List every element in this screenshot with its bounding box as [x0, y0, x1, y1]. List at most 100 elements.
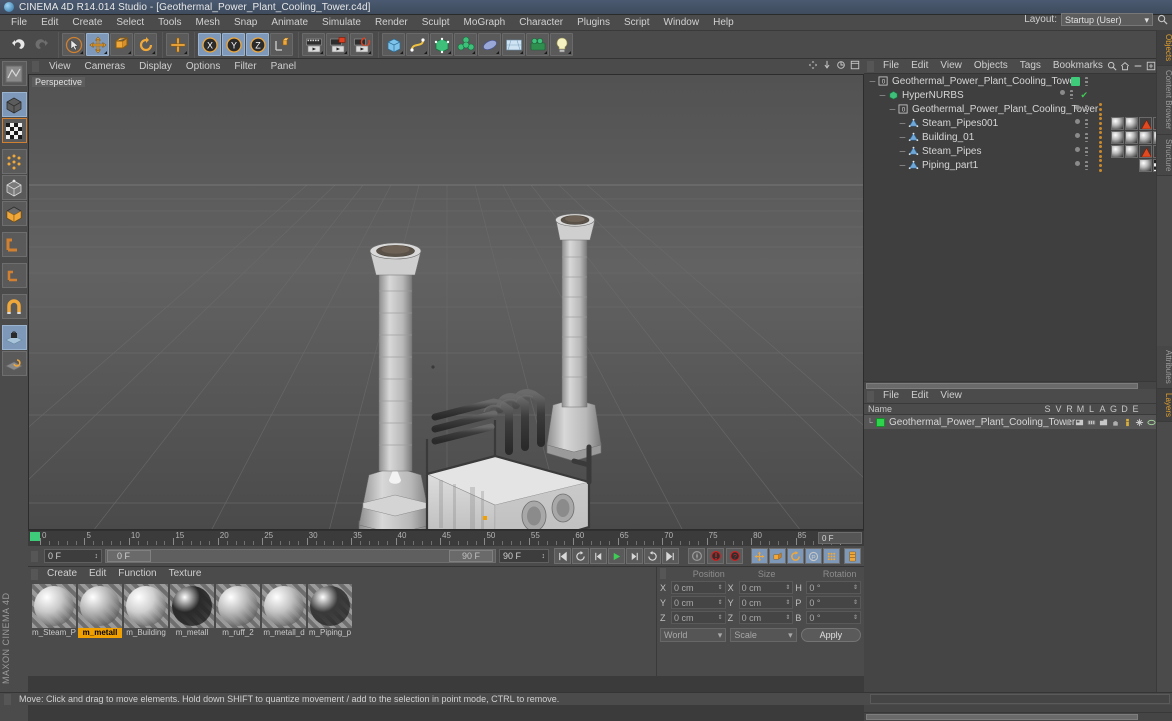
render-visibility-dot[interactable]: [1085, 118, 1088, 128]
spinner-icon[interactable]: ↕: [542, 550, 546, 563]
render-visibility-dot[interactable]: [1085, 104, 1088, 114]
tree-branch-icon[interactable]: ─: [898, 119, 907, 128]
animation-icon[interactable]: [1123, 418, 1132, 427]
spinner-icon[interactable]: ⇕: [785, 582, 790, 593]
search-icon[interactable]: [1157, 14, 1168, 25]
render-view-icon[interactable]: [302, 33, 325, 56]
texture-tag[interactable]: [1139, 130, 1152, 144]
material-menu-texture[interactable]: Texture: [163, 567, 208, 581]
panel-grip-icon[interactable]: [867, 390, 874, 402]
edges-mode-icon[interactable]: [1, 175, 27, 200]
timeline-frame-readout[interactable]: 0 F: [818, 532, 862, 544]
spinner-icon[interactable]: ⇕: [718, 582, 723, 593]
object-menu-tags[interactable]: Tags: [1014, 59, 1047, 73]
render-visibility-dot[interactable]: [1085, 76, 1088, 86]
menu-item-file[interactable]: File: [4, 15, 34, 31]
object-tree-node[interactable]: ─ Building_01: [864, 130, 1172, 144]
go-to-start-icon[interactable]: [554, 548, 571, 564]
texture-mode-icon[interactable]: [1, 118, 27, 143]
rotate-view-icon[interactable]: [836, 60, 846, 70]
maximize-view-icon[interactable]: [850, 60, 860, 70]
panel-grip-icon[interactable]: [32, 61, 39, 72]
magnet-icon[interactable]: [1, 294, 27, 319]
texture-tag[interactable]: [1125, 144, 1138, 158]
object-visibility-dots[interactable]: [1075, 146, 1088, 156]
menu-item-mesh[interactable]: Mesh: [189, 15, 227, 31]
render-settings-icon[interactable]: [350, 33, 373, 56]
coord-input-size-2[interactable]: 0 cm ⇕: [738, 611, 794, 624]
camera-icon[interactable]: [526, 33, 549, 56]
material-preview[interactable]: [124, 584, 168, 628]
object-tree-node[interactable]: ─ Steam_Pipes: [864, 144, 1172, 158]
tree-collapse-icon[interactable]: ─: [888, 105, 897, 114]
object-tree-node[interactable]: ─ 0 Geothermal_Power_Plant_Cooling_Tower: [864, 102, 1172, 116]
plus-axis-icon[interactable]: [166, 33, 189, 56]
array-icon[interactable]: [454, 33, 477, 56]
end-frame-field[interactable]: 90 F ↕: [499, 549, 549, 563]
x-axis-icon[interactable]: X: [198, 33, 221, 56]
object-menu-objects[interactable]: Objects: [968, 59, 1014, 73]
object-menu-view[interactable]: View: [934, 59, 968, 73]
viewport-menu-panel[interactable]: Panel: [264, 59, 304, 74]
coord-mode-select[interactable]: Scale ▾: [730, 628, 797, 642]
nurbs-icon[interactable]: [430, 33, 453, 56]
scrollbar-thumb[interactable]: [866, 383, 1138, 389]
material-swatch[interactable]: m_ruff_2: [216, 584, 260, 638]
object-tree-node[interactable]: ─ HyperNURBS ✔: [864, 88, 1172, 102]
coord-input-rotation-1[interactable]: 0 ° ⇕: [806, 596, 862, 609]
menu-item-simulate[interactable]: Simulate: [315, 15, 368, 31]
y-axis-icon[interactable]: Y: [222, 33, 245, 56]
enabled-check-icon[interactable]: ✔: [1080, 90, 1088, 101]
spinner-icon[interactable]: ↕: [95, 550, 99, 563]
menu-item-script[interactable]: Script: [617, 15, 657, 31]
undo-button[interactable]: [6, 33, 29, 56]
step-back-icon[interactable]: [590, 548, 607, 564]
loop-icon[interactable]: [572, 548, 589, 564]
selection-tag[interactable]: [1139, 116, 1152, 130]
right-tab-content-browser[interactable]: Content Browser: [1157, 66, 1172, 135]
coord-system-select[interactable]: World ▾: [660, 628, 727, 642]
coord-input-rotation-2[interactable]: 0 ° ⇕: [806, 611, 862, 624]
material-menu-edit[interactable]: Edit: [83, 567, 112, 581]
deformer-icon[interactable]: [1147, 418, 1156, 427]
object-visibility-dots[interactable]: [1075, 104, 1088, 114]
tree-branch-icon[interactable]: ─: [898, 147, 907, 156]
loop-reverse-icon[interactable]: [644, 548, 661, 564]
object-visibility-dots[interactable]: [1071, 76, 1088, 86]
menu-item-render[interactable]: Render: [368, 15, 415, 31]
cube-primitive-icon[interactable]: [382, 33, 405, 56]
rotate-icon[interactable]: [134, 33, 157, 56]
step-forward-icon[interactable]: [626, 548, 643, 564]
spinner-icon[interactable]: ⇕: [785, 597, 790, 608]
object-manager-hscrollbar[interactable]: [864, 381, 1172, 389]
render-region-icon[interactable]: [326, 33, 349, 56]
minimize-icon[interactable]: [1133, 61, 1143, 71]
menu-item-mograph[interactable]: MoGraph: [457, 15, 513, 31]
right-tab-layers[interactable]: Layers: [1157, 388, 1172, 422]
light-icon[interactable]: [550, 33, 573, 56]
panel-grip-icon[interactable]: [31, 550, 38, 562]
pan-view-icon[interactable]: [808, 60, 818, 70]
spinner-icon[interactable]: ⇕: [853, 612, 858, 623]
object-menu-bookmarks[interactable]: Bookmarks: [1047, 59, 1109, 73]
timeline-ruler[interactable]: 051015202530354045505560657075808590 0 F: [28, 530, 864, 546]
texture-tag[interactable]: [1139, 158, 1152, 172]
texture-tag[interactable]: [1125, 130, 1138, 144]
make-editable-icon[interactable]: [1, 61, 27, 86]
object-tree-node[interactable]: ─ Steam_Pipes001: [864, 116, 1172, 130]
menu-item-tools[interactable]: Tools: [151, 15, 188, 31]
menu-item-sculpt[interactable]: Sculpt: [415, 15, 457, 31]
menu-item-edit[interactable]: Edit: [34, 15, 65, 31]
editor-visibility-dot[interactable]: [1075, 118, 1080, 124]
material-preview[interactable]: [216, 584, 260, 628]
viewport-menu-display[interactable]: Display: [132, 59, 179, 74]
record-key-icon[interactable]: [688, 548, 705, 564]
deformer-icon[interactable]: [478, 33, 501, 56]
position-key-icon[interactable]: [751, 548, 768, 564]
viewport-menu-view[interactable]: View: [42, 59, 78, 74]
object-menu-edit[interactable]: Edit: [905, 59, 934, 73]
coord-input-size-1[interactable]: 0 cm ⇕: [738, 596, 794, 609]
perspective-viewport[interactable]: Perspective: [28, 74, 864, 530]
editor-visibility-dot[interactable]: [1075, 160, 1080, 166]
object-menu-file[interactable]: File: [877, 59, 905, 73]
